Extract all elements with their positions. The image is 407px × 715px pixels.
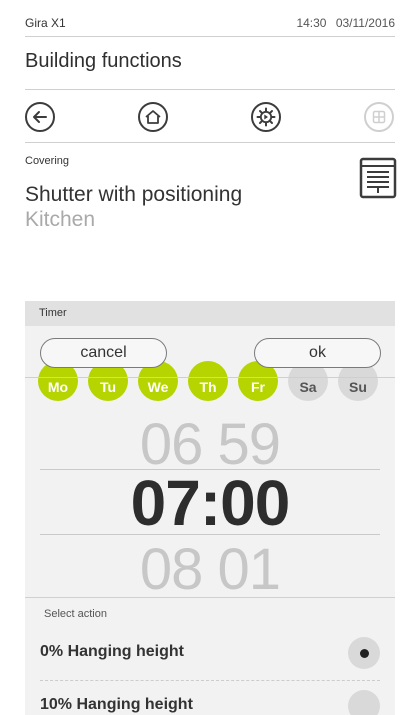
home-button[interactable] [138,102,168,132]
day-label: Su [349,379,367,395]
day-label: Th [199,379,217,395]
function-name: Shutter with positioning [25,183,243,206]
function-room: Kitchen [25,208,96,231]
day-label: We [147,379,169,395]
divider [25,142,395,143]
time-next: 08 01 [139,537,281,602]
radio-button[interactable] [348,690,380,715]
home-icon [145,110,161,124]
day-label: Sa [299,379,317,395]
device-name: Gira X1 [25,16,66,30]
cancel-button[interactable]: cancel [40,338,167,368]
page-title: Building functions [25,50,182,72]
day-label: Mo [47,379,69,395]
status-bar: Gira X1 14:30 03/11/2016 [25,8,395,37]
picker-line [40,534,380,535]
function-category: Covering [25,155,70,167]
back-button[interactable] [25,102,55,132]
day-label: Fr [251,379,265,395]
grid-icon [372,110,386,124]
divider [25,89,395,90]
divider [25,377,395,378]
status-date: 03/11/2016 [335,16,395,30]
shutter-icon [359,157,397,204]
divider [40,680,380,681]
select-action-label: Select action [44,608,107,620]
time-picker-current[interactable]: 07:00 [25,466,395,540]
arrow-left-icon [33,111,47,123]
divider [25,597,395,598]
radio-dot [359,648,369,658]
option-label: 0% Hanging height [40,643,184,660]
action-option[interactable]: 10% Hanging height [40,684,380,715]
grid-button[interactable] [364,102,394,132]
radio-button[interactable] [348,637,380,669]
timer-header: Timer [25,301,395,326]
status-time: 14:30 [296,16,327,30]
clock: 14:30 03/11/2016 [290,16,395,30]
ok-button[interactable]: ok [254,338,381,368]
day-button[interactable]: Th [188,361,228,401]
day-label: Tu [99,379,117,395]
gear-icon [256,107,276,127]
timer-panel: Mo Tu We Th Fr Sa Su Timer cancel ok 06 … [25,301,395,715]
action-option[interactable]: 0% Hanging height [40,631,380,673]
option-label: 10% Hanging height [40,696,193,713]
settings-button[interactable] [251,102,281,132]
